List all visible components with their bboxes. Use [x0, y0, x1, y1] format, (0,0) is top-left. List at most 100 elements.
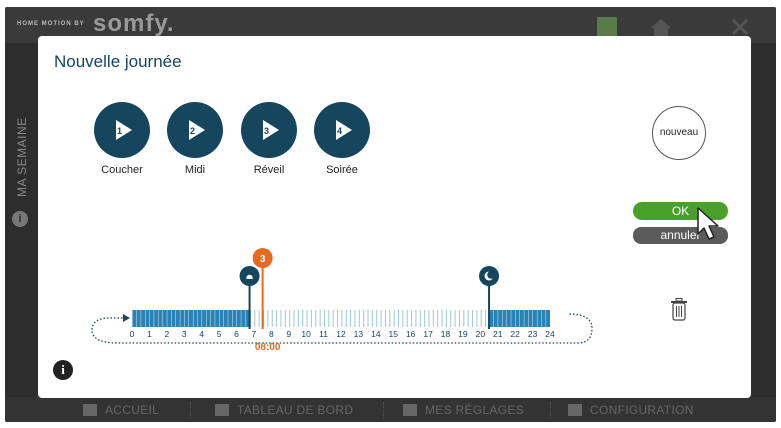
status-icon[interactable]	[597, 17, 617, 37]
timeline-slot	[485, 310, 487, 327]
timeline-tick: 8	[269, 329, 274, 339]
timeline-tick: 4	[199, 329, 204, 339]
timeline-tick: 1	[147, 329, 152, 339]
timeline-slot	[358, 310, 360, 327]
timeline-tick: 12	[336, 329, 346, 339]
timeline-slot	[276, 310, 278, 327]
timeline-slot	[532, 310, 537, 327]
bottom-nav: ACCUEIL TABLEAU DE BORD MES RÉGLAGES CON…	[5, 397, 776, 422]
timeline-slot	[450, 310, 452, 327]
new-day-dialog: Nouvelle journée 1 Coucher 2 Midi 3 Réve…	[38, 36, 751, 398]
nav-label: MES RÉGLAGES	[425, 403, 524, 417]
timeline-slot	[219, 310, 224, 327]
timeline-slot	[393, 310, 395, 327]
timeline-slot	[437, 310, 439, 327]
nav-accueil[interactable]: ACCUEIL	[83, 403, 159, 417]
mouse-cursor-icon	[697, 207, 719, 240]
timeline-slot	[136, 310, 141, 327]
timeline-slot	[267, 310, 269, 327]
timeline-slot	[228, 310, 233, 327]
timeline-tick: 0	[130, 329, 135, 339]
nav-tableau-de-bord[interactable]: TABLEAU DE BORD	[215, 403, 353, 417]
timeline-tick: 3	[182, 329, 187, 339]
timeline-slot	[384, 310, 386, 327]
timeline-tick: 19	[458, 329, 468, 339]
timeline-slot	[506, 310, 511, 327]
timeline-slot	[184, 310, 189, 327]
nav-label: CONFIGURATION	[590, 403, 694, 417]
timeline-slot	[284, 310, 286, 327]
timeline-slot	[293, 310, 295, 327]
timeline-tick: 5	[217, 329, 222, 339]
side-info-icon[interactable]: i	[12, 211, 28, 227]
timeline-tick: 6	[234, 329, 239, 339]
timeline-slot	[280, 310, 282, 327]
home-icon[interactable]	[650, 17, 670, 37]
timeline-slot	[398, 310, 400, 327]
timeline-tick: 14	[371, 329, 381, 339]
timeline-slot	[289, 310, 291, 327]
info-icon[interactable]: i	[53, 360, 73, 380]
timeline-arrow	[123, 314, 130, 322]
timeline-slot	[236, 310, 241, 327]
timeline-slot	[332, 310, 334, 327]
nav-configuration[interactable]: CONFIGURATION	[568, 403, 694, 417]
timeline-tick: 18	[441, 329, 451, 339]
close-icon[interactable]	[730, 17, 750, 37]
home-icon	[83, 404, 97, 416]
timeline-slot	[463, 310, 465, 327]
day-timeline[interactable]: 0 1 2 3 4 5 6 7 8 9 10 11 12 13 14 15 16 17 18 19 20 21 22 23 24…	[38, 36, 751, 398]
timeline-slot	[519, 310, 524, 327]
nav-mes-reglages[interactable]: MES RÉGLAGES	[403, 403, 524, 417]
timeline-slot	[493, 310, 498, 327]
timeline-slot	[210, 310, 215, 327]
timeline-slot	[498, 310, 503, 327]
nav-label: ACCUEIL	[105, 403, 160, 417]
nav-divider	[550, 402, 551, 418]
timeline-slot	[310, 310, 312, 327]
timeline-slot	[537, 310, 542, 327]
timeline-tick: 17	[423, 329, 433, 339]
timeline-tick: 10	[301, 329, 311, 339]
timeline-slot	[315, 310, 317, 327]
dashboard-icon	[215, 404, 229, 416]
timeline-slot	[371, 310, 373, 327]
timeline-slot	[319, 310, 321, 327]
timeline-slot	[511, 310, 516, 327]
timeline-slot	[524, 310, 529, 327]
timeline-slot	[389, 310, 391, 327]
timeline-slot	[197, 310, 202, 327]
timeline-slot	[363, 310, 365, 327]
timeline-tick: 13	[354, 329, 364, 339]
side-tab-label[interactable]: MA SEMAINE	[15, 87, 39, 197]
timeline-slot	[254, 310, 256, 327]
timeline-slot	[345, 310, 347, 327]
timeline-slot	[337, 310, 339, 327]
timeline-slot	[175, 310, 180, 327]
timeline-tick: 11	[319, 329, 328, 339]
timeline-slot	[419, 310, 421, 327]
nav-label: TABLEAU DE BORD	[237, 403, 354, 417]
timeline-slot	[141, 310, 146, 327]
timeline-tick: 16	[406, 329, 416, 339]
timeline-slot	[202, 310, 207, 327]
timeline-slot	[411, 310, 413, 327]
timeline-tick: 20	[476, 329, 486, 339]
timeline-slot	[193, 310, 198, 327]
user-icon	[403, 404, 417, 416]
selected-time: 08:00	[255, 342, 281, 353]
timeline-slot	[541, 310, 546, 327]
timeline-slot	[167, 310, 172, 327]
timeline-slot	[350, 310, 352, 327]
timeline-slot	[502, 310, 507, 327]
timeline-slot	[323, 310, 325, 327]
timeline-slot	[271, 310, 273, 327]
timeline-slot	[467, 310, 469, 327]
timeline-slot	[406, 310, 408, 327]
nav-divider	[383, 402, 384, 418]
timeline-slot	[454, 310, 456, 327]
timeline-tick: 15	[389, 329, 399, 339]
timeline-slot	[149, 310, 154, 327]
timeline-slot	[328, 310, 330, 327]
timeline-tick: 2	[164, 329, 169, 339]
